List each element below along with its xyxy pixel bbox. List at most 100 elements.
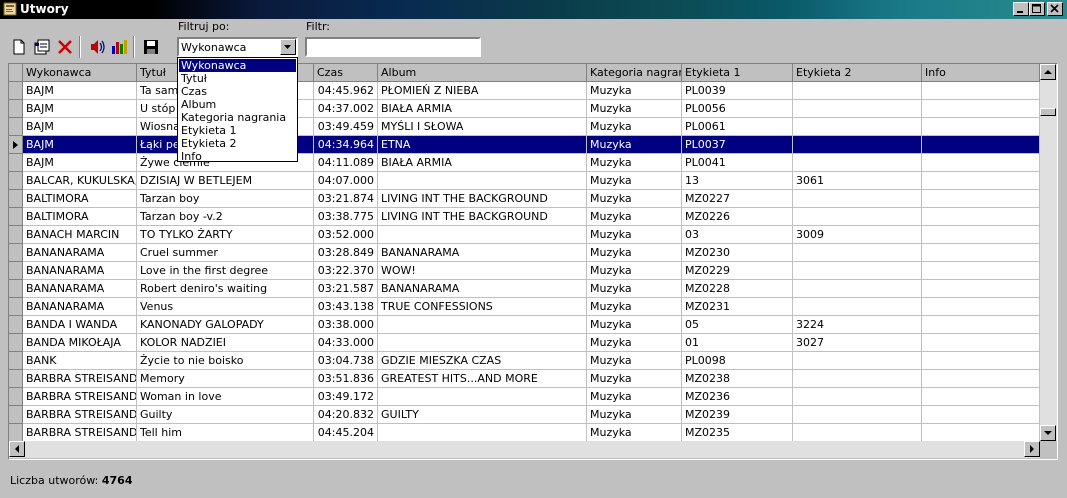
table-cell[interactable]: BALTIMORA — [23, 190, 137, 208]
table-cell[interactable]: BANANARAMA — [378, 280, 587, 298]
table-cell[interactable] — [793, 280, 922, 298]
filter-by-dropdown-button[interactable] — [280, 39, 296, 55]
table-cell[interactable]: TRUE CONFESSIONS — [378, 298, 587, 316]
table-cell[interactable]: 13 — [682, 172, 793, 190]
filter-input[interactable] — [305, 37, 481, 57]
table-cell[interactable]: GREATEST HITS...AND MORE — [378, 370, 587, 388]
table-cell[interactable]: MZ0228 — [682, 280, 793, 298]
properties-icon[interactable] — [33, 38, 51, 56]
horizontal-scrollbar[interactable] — [9, 441, 1040, 458]
table-cell[interactable]: PL0061 — [682, 118, 793, 136]
table-cell[interactable]: Tarzan boy — [137, 190, 314, 208]
table-cell[interactable]: Muzyka — [587, 118, 682, 136]
table-cell[interactable] — [793, 424, 922, 441]
table-cell[interactable]: BIAŁA ARMIA — [378, 100, 587, 118]
table-cell[interactable]: BAJM — [23, 118, 137, 136]
row-indicator[interactable] — [9, 136, 23, 154]
table-cell[interactable]: Życie to nie boisko — [137, 352, 314, 370]
dropdown-option[interactable]: Info — [179, 150, 296, 163]
column-header[interactable]: Wykonawca — [23, 64, 137, 82]
delete-icon[interactable] — [56, 38, 74, 56]
row-indicator[interactable] — [9, 82, 23, 100]
table-cell[interactable] — [793, 262, 922, 280]
table-cell[interactable]: PL0041 — [682, 154, 793, 172]
table-cell[interactable]: Muzyka — [587, 172, 682, 190]
table-cell[interactable]: Muzyka — [587, 154, 682, 172]
table-cell[interactable]: BANANARAMA — [23, 262, 137, 280]
close-button[interactable] — [1047, 2, 1063, 16]
table-cell[interactable]: BALCAR, KUKULSKA, — [23, 172, 137, 190]
table-cell[interactable]: Robert deniro's waiting — [137, 280, 314, 298]
table-cell[interactable]: Muzyka — [587, 316, 682, 334]
table-cell[interactable]: BAJM — [23, 100, 137, 118]
table-cell[interactable]: 03:52.000 — [314, 226, 378, 244]
table-cell[interactable]: GUILTY — [378, 406, 587, 424]
table-cell[interactable]: WOW! — [378, 262, 587, 280]
table-cell[interactable] — [922, 262, 1040, 280]
table-cell[interactable]: 3224 — [793, 316, 922, 334]
table-cell[interactable]: 3009 — [793, 226, 922, 244]
table-cell[interactable]: 03:43.138 — [314, 298, 378, 316]
table-cell[interactable]: 03:49.172 — [314, 388, 378, 406]
table-cell[interactable]: TO TYLKO ŻARTY — [137, 226, 314, 244]
table-cell[interactable]: PL0056 — [682, 100, 793, 118]
table-cell[interactable]: 04:11.089 — [314, 154, 378, 172]
scroll-right-button[interactable] — [1024, 441, 1040, 457]
table-cell[interactable]: Muzyka — [587, 352, 682, 370]
table-cell[interactable]: BARBRA STREISAND — [23, 424, 137, 441]
table-cell[interactable]: MZ0227 — [682, 190, 793, 208]
table-cell[interactable]: Tell him — [137, 424, 314, 441]
table-row[interactable]: BANK Życie to nie boisko 03:04.738 GDZIE MI… — [9, 352, 1040, 370]
table-cell[interactable]: PL0098 — [682, 352, 793, 370]
dropdown-option[interactable]: Album — [179, 98, 296, 111]
table-row[interactable]: BAJM Ta sama 04:45.962 PŁOMIEŃ Z NIEBA Muzyk… — [9, 82, 1040, 100]
table-cell[interactable]: ETNA — [378, 136, 587, 154]
table-cell[interactable] — [922, 208, 1040, 226]
table-cell[interactable]: 03:22.370 — [314, 262, 378, 280]
table-cell[interactable] — [922, 190, 1040, 208]
table-row[interactable]: BARBRA STREISAND Guilty 04:20.832 GUILTY Muz… — [9, 406, 1040, 424]
table-cell[interactable]: 04:37.002 — [314, 100, 378, 118]
table-cell[interactable]: Love in the first degree — [137, 262, 314, 280]
table-cell[interactable]: BANANARAMA — [378, 244, 587, 262]
table-cell[interactable]: BIAŁA ARMIA — [378, 154, 587, 172]
table-cell[interactable]: LIVING INT THE BACKGROUND — [378, 190, 587, 208]
table-cell[interactable]: 03:21.874 — [314, 190, 378, 208]
table-row[interactable]: BALTIMORA Tarzan boy -v.2 03:38.775 LIVING … — [9, 208, 1040, 226]
table-cell[interactable] — [922, 226, 1040, 244]
table-cell[interactable]: BANK — [23, 352, 137, 370]
scroll-down-button[interactable] — [1040, 425, 1056, 441]
table-cell[interactable] — [922, 82, 1040, 100]
table-cell[interactable] — [922, 424, 1040, 441]
table-cell[interactable]: DZISIAJ W BETLEJEM — [137, 172, 314, 190]
row-indicator[interactable] — [9, 154, 23, 172]
row-indicator[interactable] — [9, 100, 23, 118]
column-header[interactable]: Czas — [314, 64, 378, 82]
table-cell[interactable]: BARBRA STREISAND — [23, 406, 137, 424]
table-cell[interactable]: Muzyka — [587, 424, 682, 441]
table-cell[interactable]: BANDA MIKOŁAJA — [23, 334, 137, 352]
table-cell[interactable]: BAJM — [23, 136, 137, 154]
table-cell[interactable]: Muzyka — [587, 244, 682, 262]
table-cell[interactable]: BARBRA STREISAND — [23, 388, 137, 406]
table-cell[interactable]: Muzyka — [587, 190, 682, 208]
table-cell[interactable]: 05 — [682, 316, 793, 334]
row-indicator[interactable] — [9, 190, 23, 208]
table-cell[interactable]: BANACH MARCIN — [23, 226, 137, 244]
table-cell[interactable] — [922, 316, 1040, 334]
dropdown-option[interactable]: Etykieta 1 — [179, 124, 296, 137]
dropdown-option[interactable]: Tytuł — [179, 72, 296, 85]
table-cell[interactable]: GDZIE MIESZKA CZAS — [378, 352, 587, 370]
table-cell[interactable]: Woman in love — [137, 388, 314, 406]
row-indicator[interactable] — [9, 388, 23, 406]
row-indicator[interactable] — [9, 370, 23, 388]
table-cell[interactable] — [378, 172, 587, 190]
table-cell[interactable]: Muzyka — [587, 226, 682, 244]
table-row[interactable]: BANACH MARCIN TO TYLKO ŻARTY 03:52.000 Muzy… — [9, 226, 1040, 244]
vertical-scrollbar[interactable] — [1040, 64, 1057, 441]
maximize-button[interactable] — [1029, 2, 1045, 16]
table-cell[interactable]: 03:38.000 — [314, 316, 378, 334]
save-icon[interactable] — [142, 38, 160, 56]
table-cell[interactable]: MZ0230 — [682, 244, 793, 262]
table-cell[interactable]: MZ0238 — [682, 370, 793, 388]
